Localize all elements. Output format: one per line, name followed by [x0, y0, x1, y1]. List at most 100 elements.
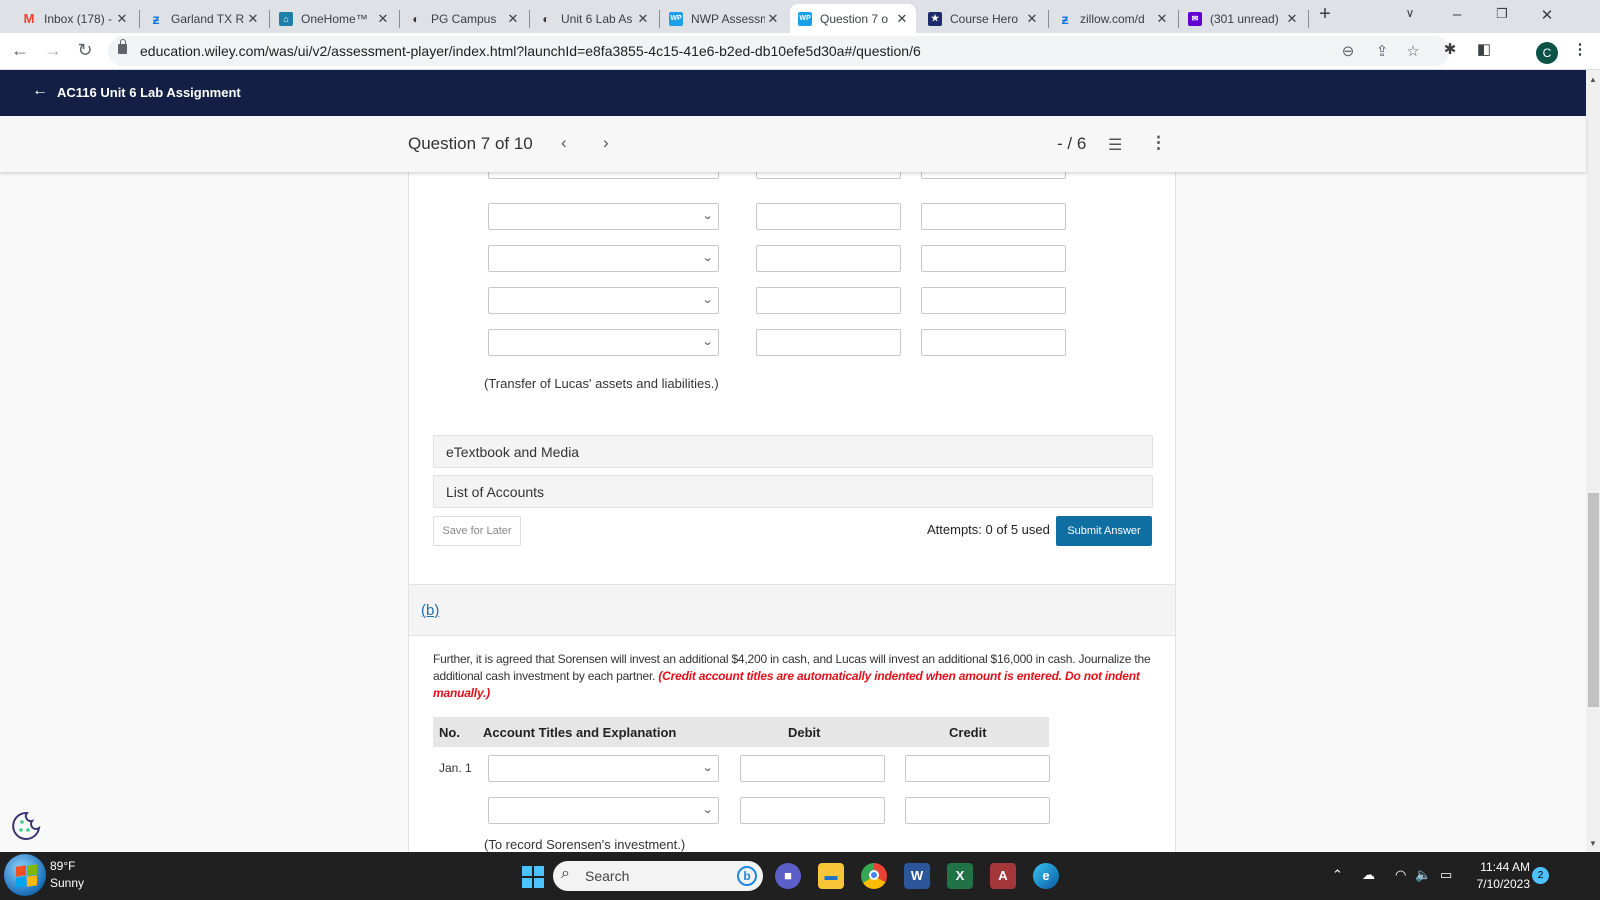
close-tab-icon[interactable]: ✕ [245, 11, 261, 27]
close-tab-icon[interactable]: ✕ [375, 11, 391, 27]
question-list-icon[interactable]: ☰ [1108, 135, 1122, 155]
close-window-button[interactable]: ✕ [1537, 6, 1557, 24]
debit-input[interactable] [756, 329, 901, 356]
debit-input[interactable] [756, 203, 901, 230]
credit-input[interactable] [921, 245, 1066, 272]
profile-avatar[interactable]: C [1536, 42, 1558, 64]
account-select[interactable]: ⌄ [488, 329, 719, 356]
account-select[interactable]: ⌄ [488, 797, 719, 824]
credit-input[interactable] [921, 287, 1066, 314]
access-icon[interactable]: A [990, 863, 1016, 889]
save-for-later-button[interactable]: Save for Later [433, 516, 521, 546]
start-button[interactable] [522, 866, 544, 888]
debit-input[interactable] [756, 245, 901, 272]
chrome-icon[interactable] [861, 863, 887, 889]
bookmark-star-icon[interactable]: ☆ [1403, 42, 1423, 60]
show-hidden-icons[interactable]: ⌃ [1332, 867, 1343, 883]
debit-input[interactable] [740, 755, 885, 782]
assignment-title[interactable]: AC116 Unit 6 Lab Assignment [57, 85, 241, 100]
weather-temperature[interactable]: 89°F [50, 859, 75, 873]
tab-gmail[interactable]: M Inbox (178) - ✕ [14, 4, 136, 33]
debit-input[interactable] [756, 287, 901, 314]
back-button[interactable]: ← [9, 40, 31, 61]
tab-pg-campus[interactable]: ◐ PG Campus ✕ [401, 4, 527, 33]
debit-input[interactable] [740, 797, 885, 824]
tab-question-7[interactable]: WP Question 7 o ✕ [790, 4, 916, 33]
scrollbar-thumb[interactable] [1588, 493, 1599, 707]
header-debit: Debit [788, 725, 821, 740]
scroll-up-arrow-icon[interactable]: ▲ [1589, 75, 1597, 84]
debit-input[interactable] [756, 172, 901, 179]
credit-input[interactable] [905, 755, 1050, 782]
weather-icon[interactable] [4, 854, 46, 896]
zoom-out-icon[interactable]: ⊖ [1338, 42, 1358, 60]
close-tab-icon[interactable]: ✕ [1024, 11, 1040, 27]
back-arrow-icon[interactable]: ← [32, 82, 48, 100]
onedrive-icon[interactable]: ☁ [1362, 867, 1375, 883]
account-select[interactable]: ⌄ [488, 755, 719, 782]
tab-unit6-lab[interactable]: ◐ Unit 6 Lab As ✕ [531, 4, 657, 33]
page-scrollbar[interactable]: ▲ ▼ [1586, 70, 1600, 852]
scroll-down-arrow-icon[interactable]: ▼ [1589, 839, 1597, 848]
file-explorer-icon[interactable]: ▬ [818, 863, 844, 889]
close-tab-icon[interactable]: ✕ [114, 11, 130, 27]
forward-button[interactable]: → [42, 40, 64, 61]
submit-answer-button[interactable]: Submit Answer [1056, 516, 1152, 546]
close-tab-icon[interactable]: ✕ [505, 11, 521, 27]
etextbook-media-accordion[interactable]: eTextbook and Media [433, 435, 1153, 468]
tab-garland[interactable]: ƶ Garland TX R ✕ [141, 4, 267, 33]
side-panel-icon[interactable]: ◧ [1474, 40, 1494, 58]
list-of-accounts-accordion[interactable]: List of Accounts [433, 475, 1153, 508]
tab-nwp-assessment[interactable]: WP NWP Assessm ✕ [661, 4, 787, 33]
close-tab-icon[interactable]: ✕ [894, 11, 910, 27]
credit-input[interactable] [921, 203, 1066, 230]
tab-onehome[interactable]: ⌂ OneHome™ ✕ [271, 4, 397, 33]
close-tab-icon[interactable]: ✕ [1154, 11, 1170, 27]
browser-menu-icon[interactable]: ⋮ [1570, 40, 1590, 58]
wifi-icon[interactable]: ◠ [1395, 867, 1406, 883]
edge-icon[interactable]: e [1033, 863, 1059, 889]
close-tab-icon[interactable]: ✕ [1284, 11, 1300, 27]
cookie-settings-icon[interactable] [10, 810, 42, 842]
minimize-button[interactable]: – [1447, 6, 1467, 23]
account-select[interactable]: ⌄ [488, 287, 719, 314]
taskbar-search[interactable]: ⌕ Search b [553, 861, 763, 891]
bing-icon[interactable]: b [737, 866, 757, 886]
restore-button[interactable]: ❐ [1492, 6, 1512, 22]
tab-course-hero[interactable]: ★ Course Hero ✕ [920, 4, 1046, 33]
account-select[interactable]: ⌄ [488, 172, 719, 179]
tab-search-icon[interactable]: ∨ [1400, 6, 1420, 20]
notification-badge[interactable]: 2 [1532, 867, 1549, 884]
credit-input[interactable] [921, 172, 1066, 179]
word-icon[interactable]: W [904, 863, 930, 889]
account-select[interactable]: ⌄ [488, 203, 719, 230]
share-icon[interactable]: ⇪ [1372, 42, 1392, 60]
windows-taskbar: 89°F Sunny ⌕ Search b ■ ▬ W X A e ⌃ ☁ ◠ … [0, 852, 1600, 900]
url-text[interactable]: education.wiley.com/was/ui/v2/assessment… [140, 43, 921, 59]
system-clock[interactable]: 11:44 AM 7/10/2023 [1474, 859, 1530, 893]
close-tab-icon[interactable]: ✕ [765, 11, 781, 27]
address-bar[interactable]: education.wiley.com/was/ui/v2/assessment… [108, 36, 1450, 66]
battery-icon[interactable]: ▭ [1440, 867, 1452, 883]
reload-button[interactable]: ↻ [74, 40, 96, 61]
credit-input[interactable] [905, 797, 1050, 824]
chevron-down-icon: ⌄ [701, 252, 714, 264]
new-tab-button[interactable]: + [1315, 3, 1335, 26]
previous-question-button[interactable]: ‹ [561, 133, 567, 153]
excel-icon[interactable]: X [947, 863, 973, 889]
volume-icon[interactable]: 🔈 [1415, 867, 1431, 883]
tab-yahoo-mail[interactable]: ✉ (301 unread) ✕ [1180, 4, 1306, 33]
extensions-puzzle-icon[interactable]: ✱ [1440, 40, 1460, 58]
more-options-icon[interactable]: ⋮ [1150, 133, 1167, 153]
part-b-label[interactable]: (b) [421, 602, 439, 619]
wileyplus-icon: WP [798, 11, 812, 26]
next-question-button[interactable]: › [603, 133, 609, 153]
weather-description[interactable]: Sunny [50, 876, 84, 890]
teams-meet-icon[interactable]: ■ [775, 863, 801, 889]
tab-zillow[interactable]: ƶ zillow.com/d ✕ [1050, 4, 1176, 33]
close-tab-icon[interactable]: ✕ [635, 11, 651, 27]
credit-input[interactable] [921, 329, 1066, 356]
entry-explanation: (To record Sorensen's investment.) [484, 837, 686, 852]
account-select[interactable]: ⌄ [488, 245, 719, 272]
question-score: - / 6 [1057, 134, 1087, 153]
